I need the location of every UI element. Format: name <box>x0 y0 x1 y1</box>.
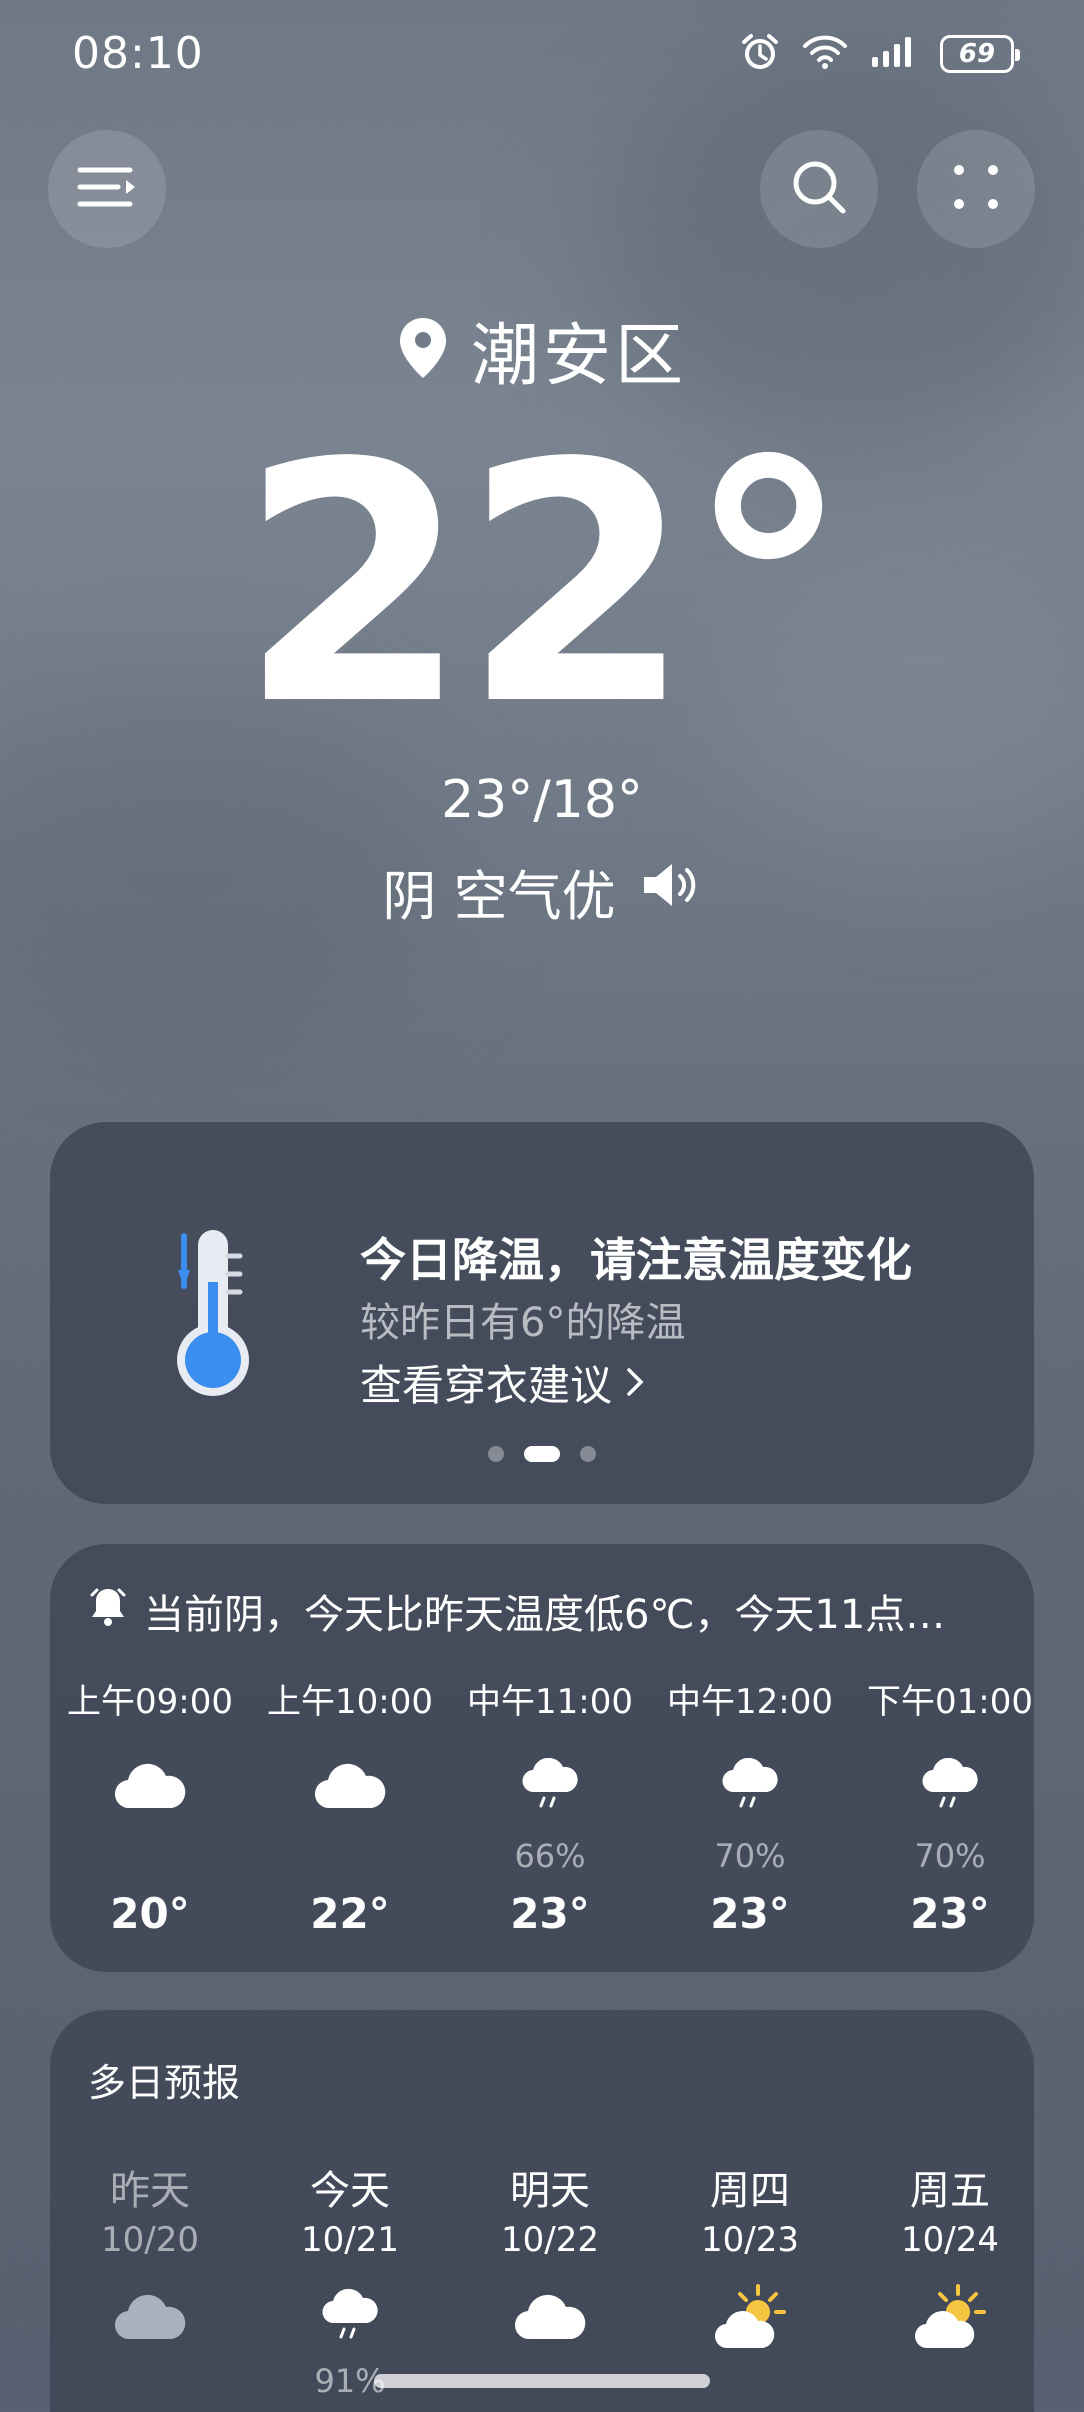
day-name: 明天 <box>510 2168 590 2214</box>
clothing-advice-label: 查看穿衣建议 <box>360 1361 613 1410</box>
menu-icon <box>76 164 138 214</box>
daily-title: 多日预报 <box>88 2061 241 2105</box>
cloudy-icon <box>50 2272 250 2362</box>
hour-precip <box>250 1837 450 1881</box>
home-indicator[interactable] <box>374 2374 710 2388</box>
day-precip <box>50 2362 250 2402</box>
hour-time: 上午10:00 <box>267 1682 433 1722</box>
menu-button[interactable] <box>48 130 166 248</box>
status-icons: 69 <box>740 32 1020 76</box>
hour-time: 中午11:00 <box>467 1682 633 1722</box>
thermometer-icon <box>160 1222 260 1406</box>
drizzle-icon <box>850 1741 1034 1831</box>
hour-item: 中午12:00 70% 23° <box>650 1674 850 1938</box>
day-name: 周五 <box>910 2168 990 2214</box>
hour-time: 上午09:00 <box>67 1682 233 1722</box>
hour-time: 中午12:00 <box>667 1682 833 1722</box>
hourly-list[interactable]: 上午09:00 20° 上午10:00 22° 中午11:00 66% 23° … <box>50 1674 1034 1954</box>
hour-precip: 66% <box>514 1837 586 1875</box>
hour-item: 中午11:00 66% 23° <box>450 1674 650 1938</box>
chevron-right-icon <box>626 1358 644 1407</box>
hour-precip <box>50 1837 250 1881</box>
search-button[interactable] <box>760 130 878 248</box>
day-precip <box>850 2362 1034 2402</box>
location-pin-icon <box>397 316 449 384</box>
hour-temp: 22° <box>310 1889 390 1938</box>
clothing-advice-link[interactable]: 查看穿衣建议 <box>360 1352 644 1413</box>
hour-temp: 20° <box>110 1889 190 1938</box>
hour-precip: 70% <box>714 1837 786 1875</box>
hour-item: 上午09:00 20° <box>50 1674 250 1938</box>
carousel-dot[interactable] <box>488 1446 504 1462</box>
drizzle-icon <box>650 1741 850 1831</box>
day-date: 10/23 <box>701 2220 799 2260</box>
hour-temp: 23° <box>910 1889 990 1938</box>
day-name: 今天 <box>310 2168 390 2214</box>
alarm-icon <box>740 32 780 76</box>
carousel-dot-active[interactable] <box>524 1446 560 1462</box>
search-icon <box>789 157 849 221</box>
current-temperature: 22° <box>238 393 851 777</box>
hour-item: 上午10:00 22° <box>250 1674 450 1938</box>
battery-indicator: 69 <box>940 35 1020 73</box>
hour-item: 下午01:00 70% 23° <box>850 1674 1034 1938</box>
status-time: 08:10 <box>72 28 204 79</box>
condition-row: 阴 空气优 <box>0 852 1084 931</box>
cloudy-icon <box>50 1741 250 1831</box>
hour-time: 下午01:00 <box>867 1682 1033 1722</box>
day-date: 10/22 <box>501 2220 599 2260</box>
day-condition: 多云 <box>850 2404 1034 2412</box>
day-date: 10/21 <box>301 2220 399 2260</box>
carousel-dots <box>50 1446 1034 1462</box>
hour-temp: 23° <box>710 1889 790 1938</box>
status-bar: 08:10 69 <box>0 0 1084 110</box>
hourly-forecast-card[interactable]: 当前阴，今天比昨天温度低6℃，今天11点… 上午09:00 20° 上午10:0… <box>50 1544 1034 1972</box>
day-name: 周四 <box>710 2168 790 2214</box>
day-date: 10/20 <box>101 2220 199 2260</box>
high-low-temperature: 23°/18° <box>441 770 643 830</box>
day-condition: 阴 <box>450 2404 650 2412</box>
hour-precip: 70% <box>914 1837 986 1875</box>
bell-icon <box>90 1586 126 1636</box>
cloudy-icon <box>250 1741 450 1831</box>
alert-title: 今日降温，请注意温度变化 <box>360 1233 912 1287</box>
alert-subtitle: 较昨日有6°的降温 <box>360 1300 686 1346</box>
location-name: 潮安区 <box>470 317 687 396</box>
temperature-drop-card[interactable]: 今日降温，请注意温度变化 较昨日有6°的降温 查看穿衣建议 <box>50 1122 1034 1504</box>
carousel-dot[interactable] <box>580 1446 596 1462</box>
hourly-summary: 当前阴，今天比昨天温度低6℃，今天11点… <box>90 1582 945 1640</box>
signal-icon <box>870 35 918 73</box>
day-date: 10/24 <box>901 2220 999 2260</box>
dots-grid-icon <box>951 162 1001 216</box>
hour-temp: 23° <box>510 1889 590 1938</box>
condition-text: 阴 空气优 <box>382 865 616 928</box>
day-item[interactable]: 昨天 10/20 阴 <box>50 2158 250 2412</box>
day-condition: 阴 <box>50 2404 250 2412</box>
more-button[interactable] <box>917 130 1035 248</box>
hourly-summary-text: 当前阴，今天比昨天温度低6℃，今天11点… <box>144 1592 946 1638</box>
daily-forecast-card[interactable]: 多日预报 昨天 10/20 阴 今天 10/21 91% 小雨 明天 10/22… <box>50 2010 1034 2412</box>
location-header[interactable]: 潮安区 <box>0 300 1084 399</box>
wifi-icon <box>802 34 848 74</box>
cloudy-icon <box>450 2272 650 2362</box>
day-condition: 小雨 <box>250 2404 450 2412</box>
drizzle-icon <box>250 2272 450 2362</box>
day-condition: 多云 <box>650 2404 850 2412</box>
partly-sunny-icon <box>850 2272 1034 2362</box>
speaker-icon[interactable] <box>640 860 702 923</box>
drizzle-icon <box>450 1741 650 1831</box>
day-name: 昨天 <box>110 2168 190 2214</box>
partly-sunny-icon <box>650 2272 850 2362</box>
day-item[interactable]: 周五 10/24 多云 <box>850 2158 1034 2412</box>
